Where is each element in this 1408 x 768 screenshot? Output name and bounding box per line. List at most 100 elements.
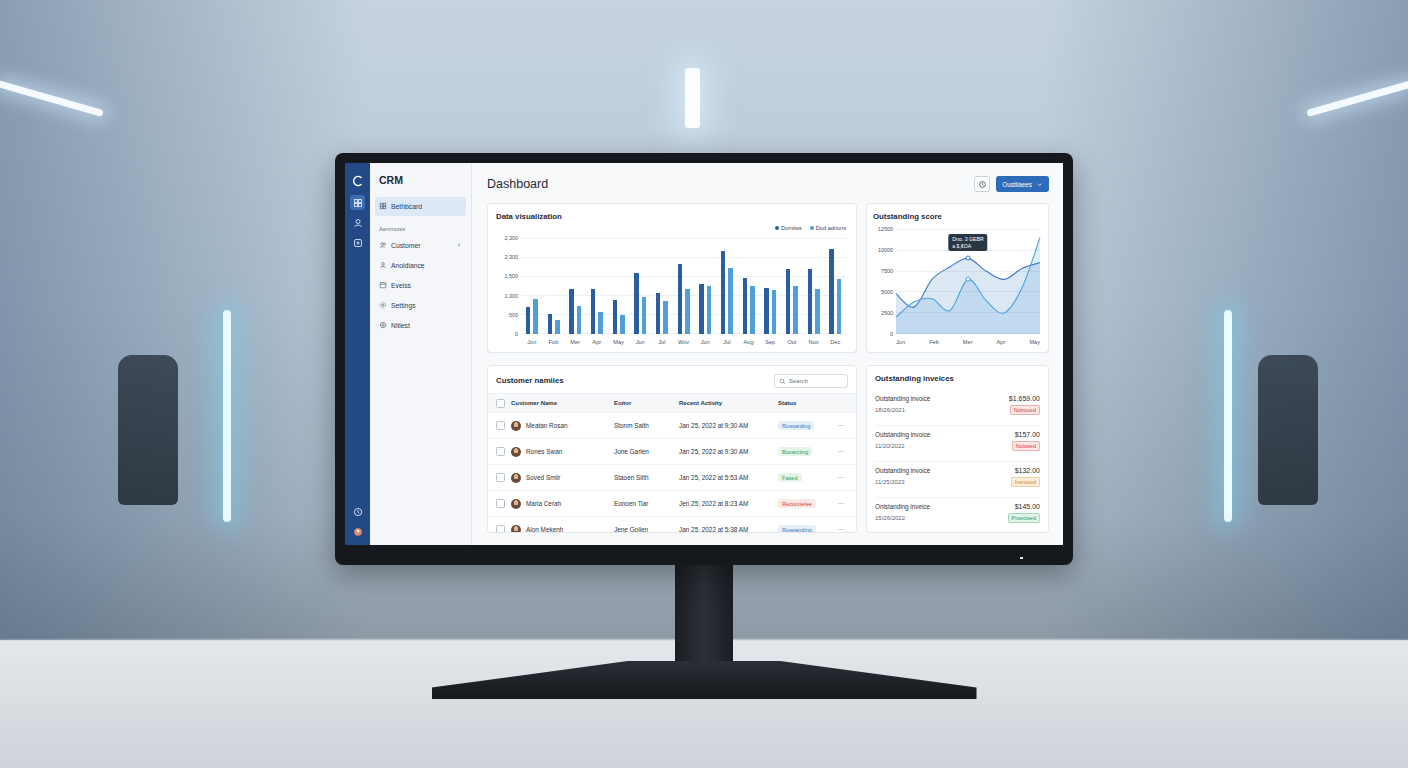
bar[interactable]: [642, 297, 647, 334]
x-tick: Jul: [651, 337, 673, 347]
bar-group: [543, 238, 565, 334]
bar[interactable]: [721, 251, 726, 334]
help-icon[interactable]: [353, 507, 363, 517]
bar[interactable]: [569, 289, 574, 334]
nav-item[interactable]: Customer: [375, 236, 466, 255]
history-button[interactable]: [974, 176, 990, 192]
rail-item[interactable]: [350, 215, 365, 230]
bar[interactable]: [699, 284, 704, 334]
row-checkbox[interactable]: [496, 473, 505, 482]
row-menu-button[interactable]: ···: [834, 422, 848, 429]
column-header[interactable]: Recent Activity: [679, 400, 778, 406]
row-checkbox[interactable]: [496, 421, 505, 430]
bar[interactable]: [620, 315, 625, 334]
bar[interactable]: [707, 286, 712, 334]
activity-cell: Jan 25, 2022 at 5:38 AM: [679, 526, 778, 533]
nav-item[interactable]: Bethbcard: [375, 197, 466, 216]
table-row[interactable]: Maria Cerah Eonoen Tiar Jen 25, 2022 at …: [488, 490, 856, 516]
wall-light-strip: [1224, 310, 1232, 522]
nav-item[interactable]: Eveiss: [375, 276, 466, 295]
bar[interactable]: [764, 288, 769, 334]
row-checkbox[interactable]: [496, 525, 505, 533]
bar[interactable]: [743, 278, 748, 334]
bar[interactable]: [728, 268, 733, 334]
row-checkbox[interactable]: [496, 499, 505, 508]
bar[interactable]: [598, 312, 603, 334]
chart-legend: DornitesDod adrions: [496, 225, 846, 231]
data-point[interactable]: [966, 277, 971, 282]
bar[interactable]: [656, 293, 661, 334]
nav-item[interactable]: Nitiest: [375, 316, 466, 335]
bar[interactable]: [829, 249, 834, 334]
select-all-checkbox[interactable]: [496, 399, 505, 408]
bar[interactable]: [555, 320, 560, 334]
user-icon: [353, 218, 363, 228]
y-tick: 10000: [873, 247, 893, 253]
bar[interactable]: [663, 301, 668, 334]
column-header[interactable]: Status: [778, 400, 834, 406]
search-field[interactable]: Search: [774, 374, 848, 388]
page-title: Dashboard: [487, 177, 548, 191]
bar[interactable]: [577, 306, 582, 334]
nav-item[interactable]: Anoidiance: [375, 256, 466, 275]
table-row[interactable]: Rones Swan Jone Garlen Jan 25, 2022 at 9…: [488, 438, 856, 464]
bar[interactable]: [793, 286, 798, 334]
bar-group: [694, 238, 716, 334]
page-header: Dashboard Oustiiaees: [487, 173, 1049, 195]
bar-plot: [521, 235, 846, 337]
side-nav: CRM Bethbcard Aenmoiss Customer Anoidian…: [370, 163, 472, 545]
bar[interactable]: [613, 300, 618, 334]
editor-cell: Jone Garlen: [614, 448, 679, 455]
invoice-item[interactable]: Outstanding invoice 11/20/2022 $157.00 N…: [875, 426, 1040, 462]
y-tick: 2,300: [496, 254, 518, 260]
x-tick: May: [608, 337, 630, 347]
bar[interactable]: [634, 273, 639, 334]
bar[interactable]: [772, 290, 777, 334]
row-menu-button[interactable]: ···: [834, 526, 848, 533]
bar[interactable]: [815, 289, 820, 334]
bar[interactable]: [750, 286, 755, 334]
invoice-item[interactable]: Outstanding invoice 11/25/2023 $132.00 I…: [875, 462, 1040, 498]
column-header[interactable]: Eoitor: [614, 400, 679, 406]
invoice-item[interactable]: Onistanding inveice 15/26/2022 $145.00 P…: [875, 498, 1040, 533]
row-menu-button[interactable]: ···: [834, 474, 848, 481]
bar-group: [564, 238, 586, 334]
column-header[interactable]: Customer Name: [511, 400, 614, 406]
nav-item[interactable]: Settings: [375, 296, 466, 315]
table-row[interactable]: Soved Smilr Staoen Slith Jan 25, 2022 at…: [488, 464, 856, 490]
data-point[interactable]: [966, 256, 971, 261]
invoice-amount: $145.00: [1015, 503, 1040, 510]
invoice-label: Outstanding invoice: [875, 395, 930, 402]
bar[interactable]: [808, 269, 813, 334]
x-tick: Fob: [543, 337, 565, 347]
row-checkbox[interactable]: [496, 447, 505, 456]
add-icon: [353, 238, 363, 248]
invoice-item[interactable]: Outstanding invoice 18/26/2021 $1,659.00…: [875, 390, 1040, 426]
profile-icon[interactable]: [353, 527, 363, 537]
editor-cell: Staoen Slith: [614, 474, 679, 481]
bar[interactable]: [591, 289, 596, 334]
customer-name: Alon Mekenh: [526, 526, 563, 533]
dropdown-button[interactable]: Oustiiaees: [996, 176, 1049, 192]
invoice-label: Outstanding invoice: [875, 467, 930, 474]
rail-item[interactable]: [350, 235, 365, 250]
row-menu-button[interactable]: ···: [834, 448, 848, 455]
bar[interactable]: [786, 269, 791, 334]
search-icon: [779, 378, 786, 385]
bar[interactable]: [548, 314, 553, 334]
status-badge: Fased: [778, 473, 802, 482]
logo-icon[interactable]: [352, 175, 364, 187]
table-row[interactable]: Meatan Rosan Stonm Saith Jan 25, 2022 at…: [488, 412, 856, 438]
bar[interactable]: [678, 264, 683, 334]
invoice-status: Noiroued: [1010, 405, 1040, 415]
monitor-stand: [675, 565, 733, 661]
bar[interactable]: [685, 289, 690, 334]
ceiling-light: [685, 68, 700, 128]
expand-icon[interactable]: [456, 242, 462, 248]
bar[interactable]: [526, 307, 531, 334]
rail-item[interactable]: [350, 195, 365, 210]
row-menu-button[interactable]: ···: [834, 500, 848, 507]
bar[interactable]: [533, 299, 538, 334]
bar[interactable]: [837, 279, 842, 334]
table-row[interactable]: Alon Mekenh Jene Goilen Jan 25, 2022 at …: [488, 516, 856, 533]
